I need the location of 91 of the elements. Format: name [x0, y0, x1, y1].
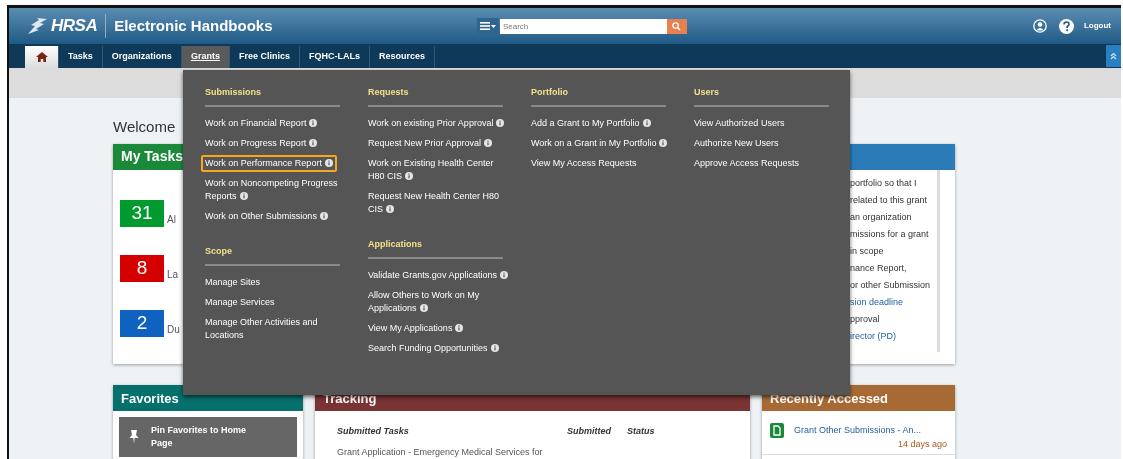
help-text: or other Submission [850, 280, 932, 290]
recent-item-time: 14 days ago [897, 438, 947, 451]
menu-item[interactable]: Add a Grant to My Portfolio [527, 115, 655, 132]
info-icon [496, 119, 505, 127]
help-text: in scope [850, 246, 885, 256]
info-icon [324, 159, 333, 167]
menu-heading: Scope [205, 245, 232, 257]
column-header: Submitted [567, 425, 612, 438]
app-title: Electronic Handbooks [114, 15, 273, 36]
menu-heading: Portfolio [531, 86, 568, 98]
table-cell-text: Grant Application - Emergency Medical Services for [336, 445, 544, 458]
menu-item[interactable]: Manage Other Activities and Locations [201, 314, 349, 344]
menu-heading: Applications [368, 238, 422, 250]
task-count[interactable]: 8 [120, 255, 164, 282]
help-link[interactable]: sion deadline [850, 297, 937, 307]
task-label: La [167, 268, 179, 282]
menu-item[interactable]: Work on Progress Report [201, 135, 322, 152]
nav-tab[interactable]: Free Clinics [229, 45, 300, 68]
nav-tab[interactable]: Grants [181, 45, 230, 68]
welcome-heading: Welcome [113, 118, 176, 136]
help-link[interactable]: irector (PD) [850, 331, 937, 341]
double-chevron-up-icon [1110, 51, 1117, 60]
home-icon [35, 51, 48, 62]
menu-heading: Users [694, 86, 720, 98]
menu-dropdown-button[interactable] [476, 18, 499, 34]
help-text: portfolio so that I [850, 178, 918, 188]
search-icon [672, 21, 682, 31]
menu-item[interactable]: Work on Performance Report [201, 155, 337, 172]
user-icon[interactable] [1032, 19, 1047, 33]
task-count[interactable]: 2 [120, 310, 164, 337]
menu-item[interactable]: View My Applications [364, 320, 468, 337]
menu-item[interactable]: Approve Access Requests [690, 155, 804, 172]
logout-link[interactable]: Logout [1083, 20, 1111, 32]
menu-item[interactable]: Search Funding Opportunities [364, 340, 503, 357]
search-field[interactable]: Search [499, 18, 667, 34]
collapse-button[interactable] [1106, 44, 1121, 67]
info-icon [484, 139, 493, 147]
card-title: Favorites [121, 389, 179, 408]
task-label: Al [167, 213, 176, 227]
menu-item[interactable]: Work on existing Prior Approval [364, 115, 509, 132]
card-title: Recently Accessed [770, 389, 889, 408]
info-icon [490, 344, 499, 352]
help-text: related to this grant [850, 195, 929, 205]
info-icon [499, 271, 508, 279]
menu-heading: Requests [368, 86, 409, 98]
info-icon [309, 119, 318, 127]
menu-item[interactable]: Request New Prior Approval [364, 135, 497, 152]
help-text: missions for a grant [850, 229, 930, 239]
info-icon [319, 212, 328, 220]
menu-item[interactable]: Work on Other Submissions [201, 208, 332, 225]
recent-item-link[interactable]: Grant Other Submissions - An... [794, 423, 922, 438]
menu-item[interactable]: View Authorized Users [690, 115, 789, 132]
menu-item[interactable]: Work on Noncompeting Progress Reports [201, 175, 349, 205]
menu-item[interactable]: Work on a Grant in My Portfolio [527, 135, 672, 152]
info-icon [239, 192, 248, 200]
info-icon [419, 304, 428, 312]
menu-icon [479, 22, 496, 30]
nav-tab[interactable]: Organizations [102, 45, 182, 68]
nav-tab[interactable]: FQHC-LALs [299, 45, 370, 68]
task-count[interactable]: 31 [120, 200, 164, 227]
task-label: Du [167, 323, 180, 337]
info-icon [386, 205, 394, 213]
info-icon [405, 172, 413, 180]
help-text: nance Report, [850, 263, 908, 273]
menu-item[interactable]: Validate Grants.gov Applications [364, 267, 512, 284]
info-icon [309, 139, 318, 147]
help-text: an organization [850, 212, 913, 222]
nav-tab[interactable]: Tasks [59, 45, 103, 68]
menu-item[interactable]: Request New Health Center H80 CIS [364, 188, 512, 218]
menu-item[interactable]: Work on Existing Health Center H80 CIS [364, 155, 512, 185]
logo-text: HRSA [51, 15, 98, 38]
menu-item[interactable]: Authorize New Users [690, 135, 783, 152]
document-icon [770, 423, 784, 438]
menu-item[interactable]: Allow Others to Work on My Applications [364, 287, 512, 317]
info-icon [455, 324, 464, 332]
home-tab[interactable] [25, 45, 59, 68]
column-header: Status [627, 425, 655, 438]
pin-favorites-button[interactable]: Pin Favorites to Home Page [119, 417, 297, 457]
card-title: My Tasks [121, 147, 183, 166]
menu-heading: Submissions [205, 86, 261, 98]
menu-item[interactable]: View My Access Requests [527, 155, 641, 172]
menu-item[interactable]: Manage Services [201, 294, 279, 311]
nav-tab[interactable]: Resources [369, 45, 435, 68]
help-text: pproval [850, 314, 881, 324]
help-icon[interactable] [1058, 18, 1074, 34]
info-icon [659, 139, 668, 147]
menu-item[interactable]: Work on Financial Report [201, 115, 322, 132]
column-header: Submitted Tasks [337, 425, 410, 438]
menu-item[interactable]: Manage Sites [201, 274, 265, 291]
info-icon [642, 119, 651, 127]
search-button[interactable] [666, 18, 687, 34]
